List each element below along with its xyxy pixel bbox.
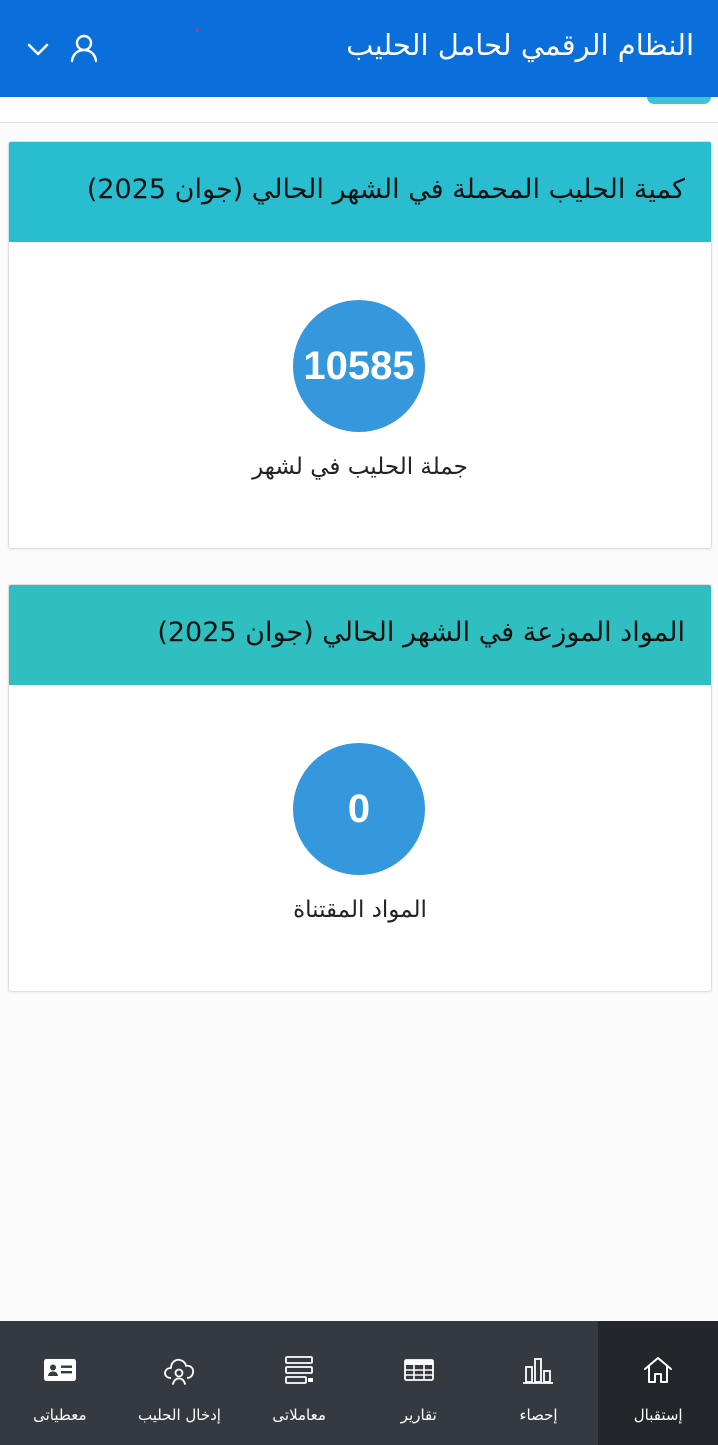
materials-total-caption: المواد المقتناة: [293, 897, 427, 923]
nav-item-milk-entry[interactable]: إدخال الحليب: [120, 1321, 240, 1445]
nav-label: معطياتى: [33, 1406, 87, 1424]
chevron-down-icon[interactable]: [24, 36, 52, 64]
card-title: كمية الحليب المحملة في الشهر الحالي (جوا…: [9, 142, 711, 242]
nav-item-home[interactable]: إستقبال: [598, 1321, 718, 1445]
nav-item-stats[interactable]: إحصاء: [479, 1321, 599, 1445]
nav-label: إدخال الحليب: [137, 1406, 221, 1424]
nav-label: تقارير: [400, 1406, 437, 1424]
app-title: النظام الرقمي لحامل الحليب: [346, 28, 694, 62]
bottom-nav: إستقبال إحصاء تقارير معاملاتى إدخال الحل…: [0, 1321, 718, 1445]
nav-label: إحصاء: [519, 1406, 558, 1424]
home-icon: [644, 1357, 673, 1383]
user-icon[interactable]: [68, 32, 100, 64]
card-body: 10585 جملة الحليب في لشهر: [9, 242, 711, 548]
card-title: المواد الموزعة في الشهر الحالي (جوان 202…: [9, 585, 711, 685]
table-icon: [403, 1359, 434, 1381]
nav-label: معاملاتى: [272, 1406, 326, 1424]
nav-label: إستقبال: [633, 1406, 683, 1424]
milk-total-caption: جملة الحليب في لشهر: [252, 454, 468, 480]
milk-total-value: 10585: [293, 300, 425, 432]
materials-total-value: 0: [293, 743, 425, 875]
card-body: 0 المواد المقتناة: [9, 685, 711, 991]
app-header: النظام الرقمي لحامل الحليب: [0, 0, 718, 97]
sub-toolbar: [0, 97, 718, 123]
milk-quantity-card: كمية الحليب المحملة في الشهر الحالي (جوا…: [8, 141, 712, 549]
cloud-user-icon: [164, 1358, 195, 1385]
bar-chart-icon: [523, 1358, 554, 1384]
distributed-materials-card: المواد الموزعة في الشهر الحالي (جوان 202…: [8, 584, 712, 992]
nav-item-reports[interactable]: تقارير: [359, 1321, 479, 1445]
nav-item-transactions[interactable]: معاملاتى: [239, 1321, 359, 1445]
id-card-icon: [43, 1359, 76, 1381]
sub-toolbar-tab[interactable]: [647, 97, 711, 104]
list-icon: [285, 1356, 314, 1384]
notification-dot: [196, 29, 199, 32]
nav-item-my-data[interactable]: معطياتى: [0, 1321, 120, 1445]
